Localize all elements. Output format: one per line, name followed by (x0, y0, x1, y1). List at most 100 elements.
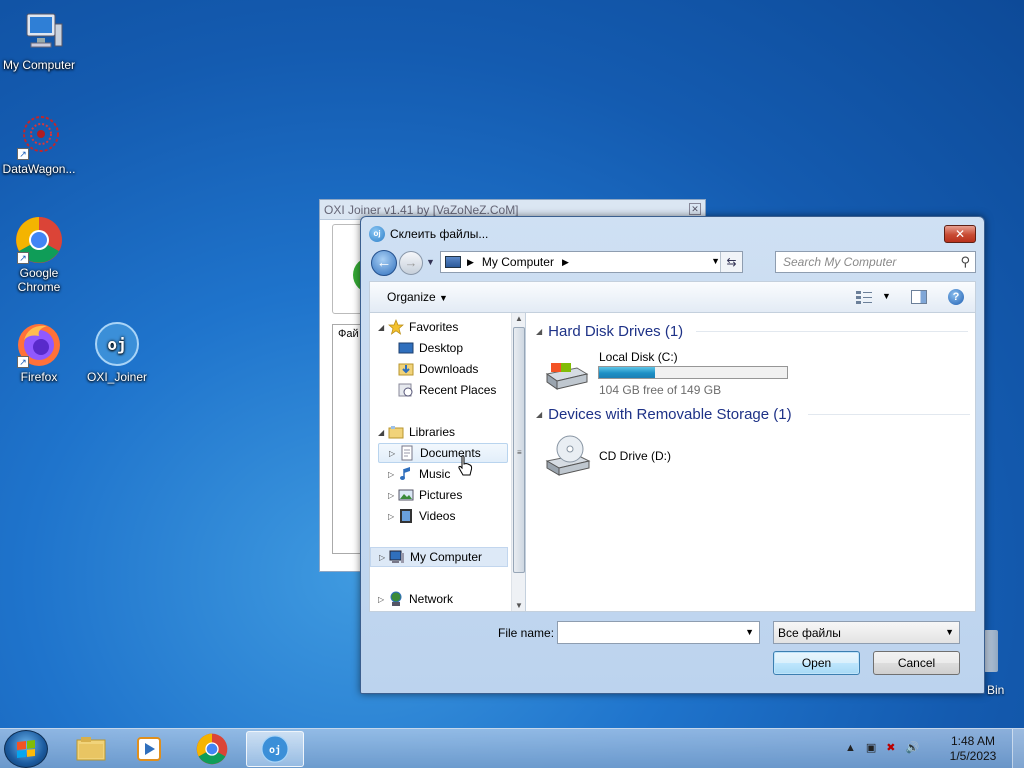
nav-favorites[interactable]: ◢ Favorites (378, 317, 458, 337)
nav-pictures[interactable]: ▷ Pictures (388, 485, 462, 505)
desktop-icon-datawagon[interactable]: ↗ DataWagon... (0, 112, 78, 176)
nav-my-computer[interactable]: ▷ My Computer (370, 547, 508, 567)
nav-libraries[interactable]: ◢ Libraries (378, 422, 455, 442)
system-tray: ▲ ▣ ✖ 🔊 (845, 741, 920, 755)
breadcrumb-my-computer[interactable]: My Computer (482, 255, 554, 269)
organize-button[interactable]: Organize ▼ (387, 290, 448, 304)
network-error-icon[interactable]: ✖ (886, 741, 895, 754)
recent-pages-dropdown[interactable]: ▼ (426, 257, 435, 267)
nav-downloads[interactable]: Downloads (398, 359, 478, 379)
taskbar: oj ▲ ▣ ✖ 🔊 1:48 AM 1/5/2023 (0, 728, 1024, 768)
drive-c-usage-fill (599, 367, 656, 378)
chevron-down-icon[interactable]: ▼ (945, 627, 954, 637)
search-icon[interactable]: ⚲ (960, 254, 970, 270)
collapse-arrow-icon[interactable]: ▷ (388, 512, 398, 521)
breadcrumb-arrow-icon[interactable]: ▶ (467, 257, 474, 268)
chevron-down-icon[interactable]: ▼ (745, 627, 754, 637)
taskbar-media-player[interactable] (120, 731, 178, 767)
file-name-input[interactable]: ▼ (557, 621, 760, 644)
nav-label: Network (409, 592, 454, 606)
collapse-arrow-icon[interactable]: ▷ (389, 449, 399, 458)
star-icon (388, 319, 404, 335)
taskbar-oxi-joiner[interactable]: oj (246, 731, 304, 767)
collapse-arrow-icon[interactable]: ▷ (378, 595, 388, 604)
collapse-arrow-icon[interactable]: ▷ (388, 491, 398, 500)
desktop-icon-label: OXI_Joiner (86, 370, 148, 384)
nav-label: Favorites (409, 320, 459, 334)
nav-documents[interactable]: ▷ Documents (378, 443, 508, 463)
shortcut-arrow-icon: ↗ (17, 148, 29, 160)
nav-label: Desktop (419, 341, 464, 355)
search-input[interactable]: Search My Computer ⚲ (775, 251, 976, 273)
forward-button[interactable]: → (399, 251, 423, 275)
taskbar-explorer[interactable] (62, 731, 120, 767)
desktop-icon-label: DataWagon... (2, 162, 76, 176)
taskbar-chrome[interactable] (183, 731, 241, 767)
nav-network[interactable]: ▷ Network (378, 589, 453, 609)
scroll-down-icon[interactable]: ▼ (515, 601, 523, 610)
nav-label: Music (419, 467, 451, 481)
computer-icon (445, 256, 461, 268)
action-center-icon[interactable]: ▣ (866, 741, 876, 754)
collapse-arrow-icon[interactable]: ▷ (388, 470, 398, 479)
group-header: Devices with Removable Storage (1) (548, 405, 792, 423)
nav-music[interactable]: ▷ Music (388, 464, 450, 484)
volume-icon[interactable]: 🔊 (906, 741, 920, 754)
clock[interactable]: 1:48 AM 1/5/2023 (944, 734, 1002, 764)
drive-d-name[interactable]: CD Drive (D:) (599, 449, 671, 463)
address-bar[interactable]: ▶ My Computer ▶ ▼ ⇆ (440, 251, 743, 273)
nav-videos[interactable]: ▷ Videos (388, 506, 455, 526)
desktop-icon-oxi-joiner[interactable]: oj OXI_Joiner (78, 320, 156, 384)
shortcut-arrow-icon: ↗ (17, 356, 29, 368)
recent-places-icon (398, 383, 413, 397)
search-placeholder: Search My Computer (783, 255, 897, 269)
breadcrumb-arrow-icon[interactable]: ▶ (562, 257, 569, 268)
file-type-select[interactable]: Все файлы ▼ (773, 621, 960, 644)
drive-c-name[interactable]: Local Disk (C:) (599, 350, 678, 364)
oxi-joiner-icon: oj (369, 226, 385, 242)
refresh-button[interactable]: ⇆ (720, 252, 742, 272)
close-icon[interactable]: ✕ (689, 203, 701, 215)
preview-pane-icon[interactable] (911, 290, 927, 304)
desktop-icon-chrome[interactable]: ↗ Google Chrome (0, 216, 78, 294)
help-icon[interactable]: ? (948, 289, 964, 305)
content-pane[interactable]: ◢ Hard Disk Drives (1) Local Disk (C:) 1… (526, 312, 976, 612)
nav-label: Downloads (419, 362, 479, 376)
cancel-button[interactable]: Cancel (873, 651, 960, 675)
dialog-title: Склеить файлы... (390, 227, 489, 241)
desktop-icon-my-computer[interactable]: My Computer (0, 8, 78, 72)
collapse-arrow-icon[interactable]: ▷ (379, 553, 389, 562)
recycle-bin-icon[interactable] (984, 630, 998, 672)
show-desktop-button[interactable] (1012, 729, 1024, 768)
open-button[interactable]: Open (773, 651, 860, 675)
nav-label: Videos (419, 509, 456, 523)
nav-recent-places[interactable]: Recent Places (398, 380, 496, 400)
nav-desktop[interactable]: Desktop (398, 338, 463, 358)
chevron-down-icon[interactable]: ▼ (711, 256, 720, 266)
chrome-icon (196, 733, 228, 765)
navigation-pane[interactable]: ◢ Favorites Desktop Downloads Recent Pla… (369, 312, 526, 612)
desktop-icon-label: Bin (987, 683, 1005, 697)
nav-scrollbar[interactable]: ▲ ≡ ▼ (511, 313, 525, 611)
oj-text: oj (269, 744, 281, 756)
group-removable-storage[interactable]: ◢ Devices with Removable Storage (1) (536, 404, 971, 424)
expand-arrow-icon[interactable]: ◢ (378, 323, 388, 332)
documents-icon (401, 445, 413, 461)
desktop-icon-firefox[interactable]: ↗ Firefox (0, 320, 78, 384)
back-button[interactable]: ← (371, 250, 397, 276)
chevron-down-icon[interactable]: ▼ (882, 291, 891, 301)
close-button[interactable]: ✕ (944, 225, 976, 243)
computer-icon (389, 550, 404, 563)
libraries-icon (388, 426, 404, 439)
firefox-icon: ↗ (15, 320, 63, 368)
scroll-up-icon[interactable]: ▲ (515, 314, 523, 323)
videos-icon (400, 509, 412, 523)
group-hard-disk-drives[interactable]: ◢ Hard Disk Drives (1) (536, 321, 971, 341)
scrollbar-thumb[interactable]: ≡ (513, 327, 525, 573)
expand-arrow-icon[interactable]: ◢ (378, 428, 388, 437)
view-options-icon[interactable] (856, 290, 872, 304)
pictures-icon (398, 489, 414, 501)
open-file-dialog[interactable]: oj Склеить файлы... ✕ ← → ▼ ▶ My Compute… (360, 216, 985, 694)
show-hidden-icons-button[interactable]: ▲ (845, 742, 856, 754)
start-button[interactable] (4, 730, 48, 768)
